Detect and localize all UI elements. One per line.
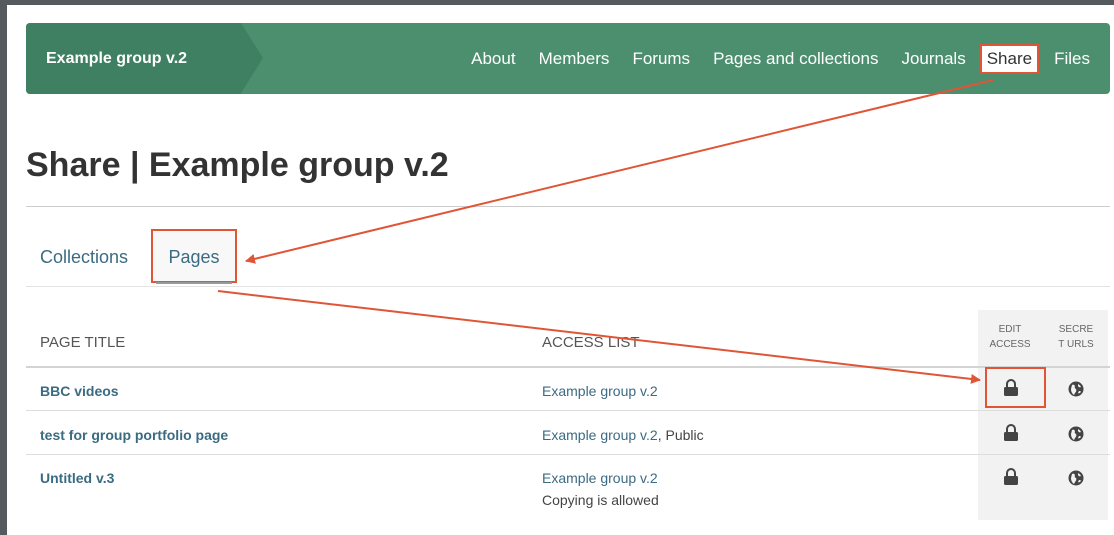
group-name[interactable]: Example group v.2	[26, 23, 241, 94]
row-divider	[26, 454, 1110, 455]
globe-icon[interactable]	[1068, 426, 1084, 442]
header-secret-urls-line1: SECRE	[1058, 324, 1094, 335]
lock-icon[interactable]	[1003, 468, 1019, 486]
page-title: Share | Example group v.2	[26, 146, 449, 184]
access-group-link[interactable]: Example group v.2	[542, 427, 658, 443]
page-link-bbc-videos[interactable]: BBC videos	[40, 383, 119, 399]
header-secret-urls: SECRE T URLS	[1044, 322, 1108, 352]
header-page-title: PAGE TITLE	[40, 334, 126, 351]
header-edit-access-line2: ACCESS	[989, 339, 1031, 350]
globe-icon[interactable]	[1068, 381, 1084, 397]
tab-pages[interactable]: Pages	[151, 229, 237, 283]
access-group-link[interactable]: Example group v.2	[542, 383, 658, 399]
window-top-border	[0, 0, 1114, 5]
lock-icon[interactable]	[1003, 424, 1019, 442]
access-group-link[interactable]: Example group v.2	[542, 470, 658, 486]
brand-arrow	[241, 23, 263, 93]
nav-forums[interactable]: Forums	[632, 49, 690, 69]
nav-links: About Members Forums Pages and collectio…	[471, 23, 1110, 94]
page-link-untitled-v3[interactable]: Untitled v.3	[40, 470, 114, 486]
header-access-list: ACCESS LIST	[542, 334, 640, 351]
copying-allowed-note: Copying is allowed	[542, 492, 659, 508]
tab-active-indicator	[156, 282, 232, 284]
nav-pages-and-collections[interactable]: Pages and collections	[713, 49, 878, 69]
tab-collections[interactable]: Collections	[40, 247, 128, 268]
page-link-test-for-group-portfolio-page[interactable]: test for group portfolio page	[40, 427, 228, 443]
nav-files[interactable]: Files	[1054, 49, 1090, 69]
header-secret-urls-line2: T URLS	[1058, 339, 1094, 350]
access-public-text: , Public	[657, 427, 704, 443]
window-left-border	[0, 0, 7, 535]
header-edit-access-line1: EDIT	[998, 324, 1022, 335]
lock-icon[interactable]	[1003, 379, 1019, 397]
title-divider	[26, 206, 1110, 207]
nav-about[interactable]: About	[471, 49, 515, 69]
group-navbar: Example group v.2 About Members Forums P…	[26, 23, 1110, 94]
row-divider	[26, 410, 1110, 411]
nav-members[interactable]: Members	[539, 49, 610, 69]
header-edit-access: EDIT ACCESS	[978, 322, 1042, 352]
access-list-row1: Example group v.2	[542, 383, 658, 399]
nav-journals[interactable]: Journals	[901, 49, 965, 69]
globe-icon[interactable]	[1068, 470, 1084, 486]
access-list-row3: Example group v.2	[542, 470, 658, 486]
tabs-divider	[26, 286, 1110, 287]
access-list-row2: Example group v.2, Public	[542, 427, 704, 443]
header-divider	[26, 366, 1110, 368]
nav-share[interactable]: Share	[979, 43, 1040, 74]
